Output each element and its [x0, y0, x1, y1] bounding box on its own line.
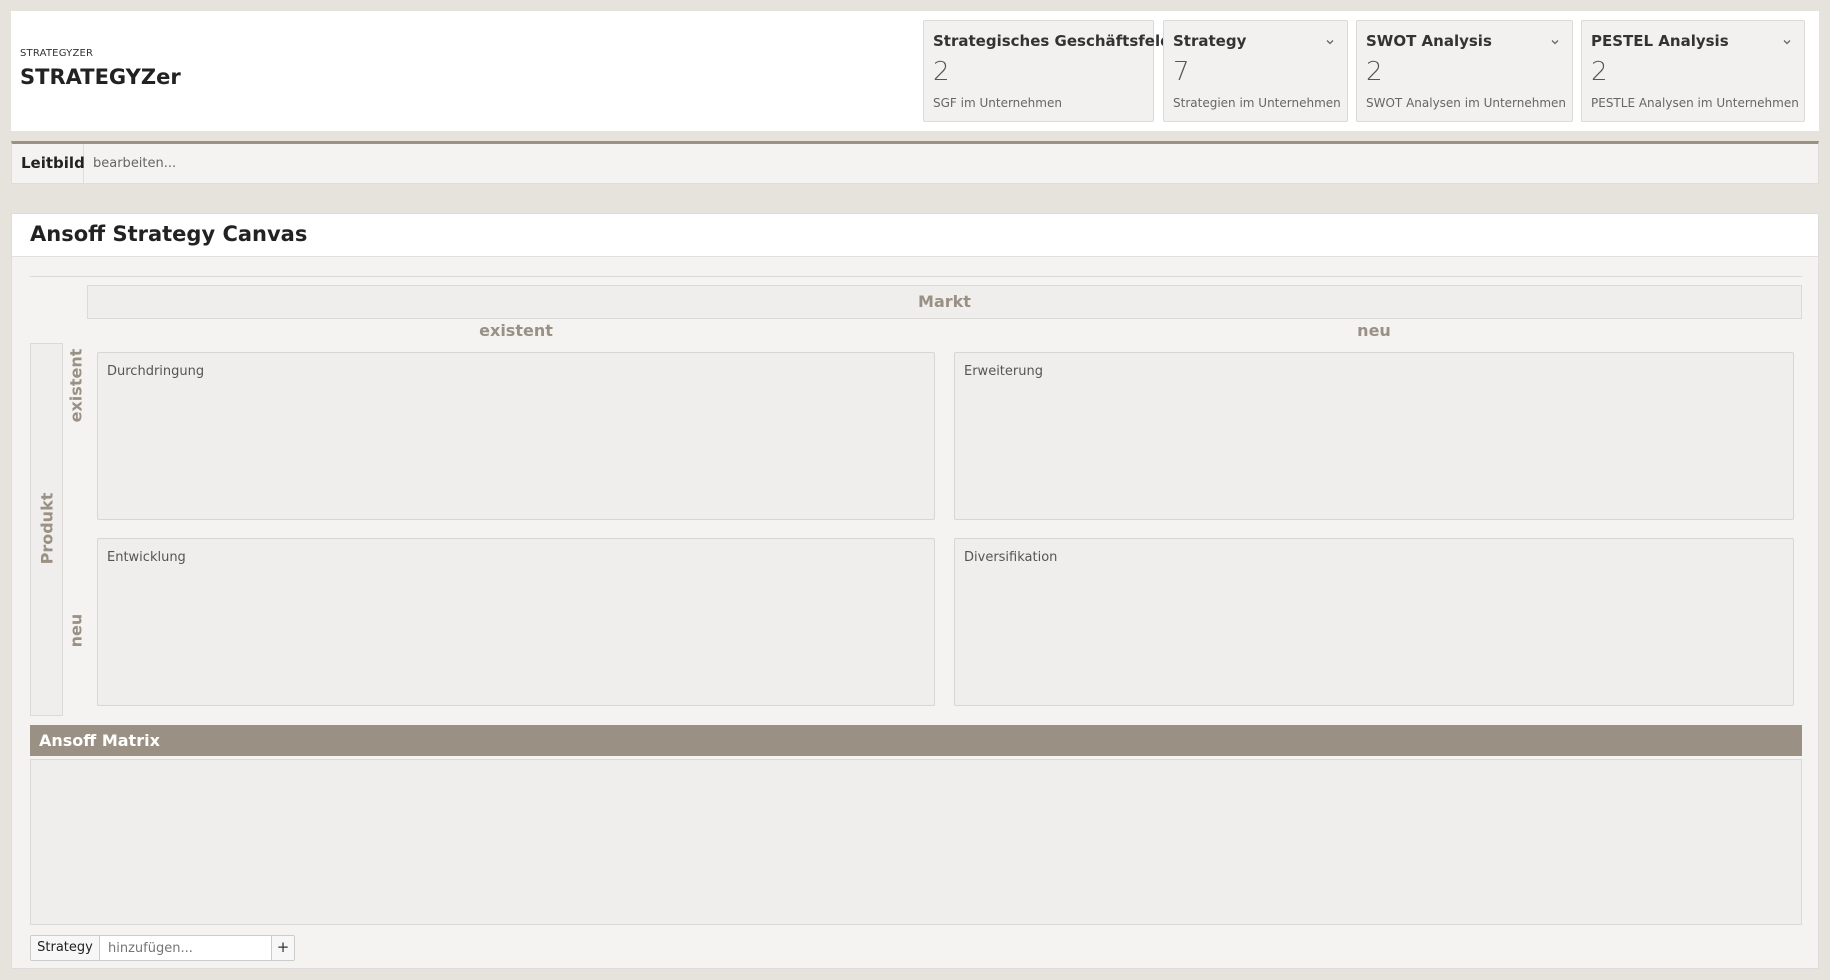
leitbild-bar: Leitbild bearbeiten...: [11, 141, 1819, 184]
market-axis-label: Markt: [87, 285, 1802, 319]
kpi-title: Strategy: [1173, 32, 1247, 50]
add-strategy-input[interactable]: [99, 935, 272, 961]
divider: [30, 276, 1802, 277]
quadrant-label: Erweiterung: [964, 364, 1043, 379]
kpi-count: 2: [1591, 57, 1608, 87]
kpi-title: PESTEL Analysis: [1591, 32, 1729, 50]
chevron-down-icon[interactable]: [1325, 37, 1335, 47]
kpi-subtitle: Strategien im Unternehmen: [1173, 96, 1341, 110]
add-strategy-label: Strategy: [30, 935, 100, 961]
quadrant-label: Durchdringung: [107, 364, 205, 379]
row-label-neu: neu: [66, 613, 86, 648]
brand-tagline: STRATEGYZER: [20, 48, 94, 59]
brand-title: STRATEGYZer: [20, 65, 181, 89]
quadrant-erweiterung[interactable]: Erweiterung: [954, 352, 1794, 520]
column-label-neu: neu: [1357, 321, 1391, 340]
kpi-subtitle: SWOT Analysen im Unternehmen: [1366, 96, 1567, 110]
app-header: STRATEGYZER STRATEGYZer Strategisches Ge…: [11, 11, 1819, 131]
kpi-subtitle: SGF im Unternehmen: [933, 96, 1062, 110]
add-strategy-group: Strategy +: [30, 935, 295, 961]
ansoff-canvas-panel: Ansoff Strategy Canvas Markt existent ne…: [11, 213, 1819, 969]
kpi-card-sgf[interactable]: Strategisches Geschäftsfeld 2 SGF im Unt…: [923, 20, 1171, 122]
product-axis-bar: Produkt: [30, 343, 63, 716]
product-axis-label: Produkt: [37, 492, 57, 565]
leitbild-edit-link[interactable]: bearbeiten...: [93, 144, 176, 183]
kpi-title: SWOT Analysis: [1366, 32, 1492, 50]
chevron-down-icon[interactable]: [1782, 37, 1792, 47]
quadrant-label: Diversifikation: [964, 550, 1058, 565]
chevron-down-icon[interactable]: [1550, 37, 1560, 47]
kpi-count: 7: [1173, 57, 1190, 87]
kpi-title: Strategisches Geschäftsfeld: [933, 32, 1171, 50]
column-label-existent: existent: [479, 321, 553, 340]
ansoff-matrix-body: [30, 759, 1802, 925]
quadrant-durchdringung[interactable]: Durchdringung: [97, 352, 935, 520]
kpi-count: 2: [933, 57, 950, 87]
panel-header: Ansoff Strategy Canvas: [12, 214, 1818, 257]
quadrant-entwicklung[interactable]: Entwicklung: [97, 538, 935, 706]
panel-title: Ansoff Strategy Canvas: [30, 222, 308, 246]
quadrant-label: Entwicklung: [107, 550, 186, 565]
kpi-card-swot[interactable]: SWOT Analysis 2 SWOT Analysen im Unterne…: [1356, 20, 1573, 122]
ansoff-matrix-header: Ansoff Matrix: [30, 725, 1802, 756]
kpi-count: 2: [1366, 57, 1383, 87]
leitbild-label: Leitbild: [12, 144, 85, 183]
plus-icon[interactable]: +: [271, 935, 295, 961]
kpi-subtitle: PESTLE Analysen im Unternehmen: [1591, 96, 1799, 110]
row-label-existent: existent: [66, 348, 86, 423]
kpi-card-pestel[interactable]: PESTEL Analysis 2 PESTLE Analysen im Unt…: [1581, 20, 1805, 122]
quadrant-diversifikation[interactable]: Diversifikation: [954, 538, 1794, 706]
kpi-card-strategy[interactable]: Strategy 7 Strategien im Unternehmen: [1163, 20, 1348, 122]
